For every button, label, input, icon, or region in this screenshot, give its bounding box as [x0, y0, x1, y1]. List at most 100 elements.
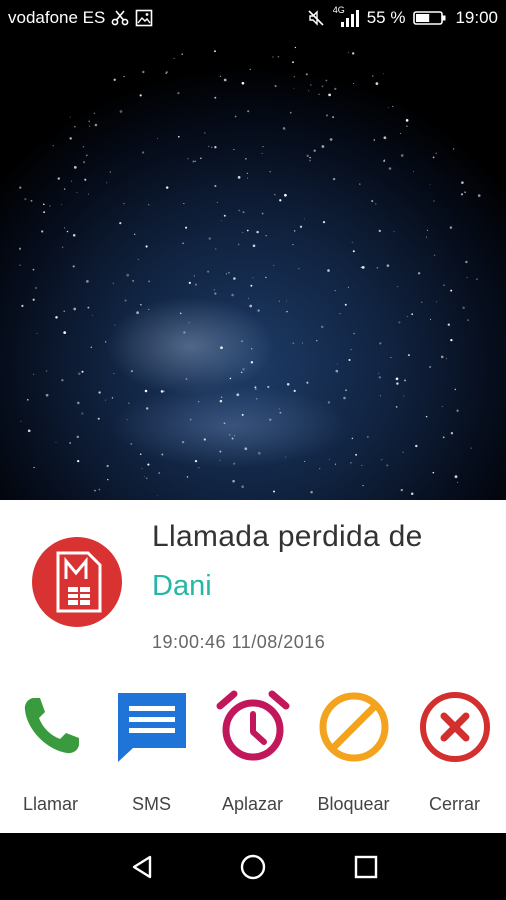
star	[406, 125, 408, 128]
block-button[interactable]: Bloquear	[303, 690, 404, 820]
star	[274, 84, 277, 88]
star	[69, 116, 71, 118]
star	[185, 226, 188, 229]
star	[375, 82, 379, 85]
star	[450, 338, 453, 342]
star	[57, 177, 60, 180]
battery-icon	[413, 9, 447, 27]
star	[411, 313, 414, 316]
alarm-icon	[216, 690, 290, 764]
star	[157, 137, 159, 139]
star	[310, 490, 313, 494]
star	[165, 186, 169, 189]
star	[242, 232, 244, 234]
star	[460, 193, 464, 196]
star	[136, 311, 139, 315]
star	[177, 135, 180, 138]
block-icon	[317, 690, 391, 764]
star	[20, 420, 22, 422]
star	[284, 128, 286, 130]
star	[237, 243, 240, 246]
star	[229, 377, 232, 380]
star	[233, 277, 236, 280]
star	[432, 471, 435, 474]
star	[77, 401, 80, 405]
star	[386, 464, 389, 467]
star	[450, 432, 454, 435]
star	[443, 284, 445, 286]
star	[141, 151, 145, 154]
sms-button[interactable]: SMS	[101, 690, 202, 820]
star	[223, 214, 226, 217]
star	[231, 293, 234, 297]
star	[305, 73, 308, 76]
star	[373, 139, 376, 141]
star	[232, 479, 235, 483]
star	[145, 245, 148, 248]
star	[244, 447, 248, 451]
star	[376, 267, 378, 269]
star	[294, 46, 297, 49]
star	[245, 158, 247, 160]
close-button[interactable]: Cerrar	[404, 690, 505, 820]
scissors-icon	[111, 9, 129, 27]
star	[350, 348, 352, 350]
star	[41, 230, 44, 233]
star	[128, 402, 130, 404]
star	[250, 284, 253, 287]
star	[361, 266, 365, 269]
star	[292, 244, 294, 245]
star	[194, 459, 198, 463]
star	[360, 266, 362, 269]
star	[207, 270, 210, 273]
contact-name[interactable]: Dani	[152, 570, 212, 603]
star	[325, 114, 329, 117]
star	[412, 171, 414, 173]
star	[186, 476, 189, 478]
star	[402, 451, 404, 453]
block-button-label: Bloquear	[317, 794, 390, 814]
star	[309, 159, 311, 162]
star	[198, 467, 200, 469]
star	[452, 148, 455, 150]
star	[192, 160, 195, 163]
home-icon[interactable]	[223, 833, 283, 900]
star	[214, 146, 217, 149]
star	[66, 230, 69, 233]
star	[214, 96, 217, 99]
star	[279, 411, 282, 414]
star	[126, 273, 130, 277]
star	[247, 297, 250, 299]
star	[183, 331, 186, 334]
star	[445, 358, 447, 360]
snooze-button[interactable]: Aplazar	[202, 690, 303, 820]
star	[98, 391, 101, 394]
star	[277, 56, 280, 58]
star	[273, 264, 275, 267]
star	[375, 203, 377, 205]
star	[141, 468, 143, 470]
sms-button-label: SMS	[131, 794, 171, 814]
back-icon[interactable]	[113, 833, 173, 900]
carrier-name: vodafone ES	[8, 8, 106, 27]
star	[137, 258, 139, 260]
star	[130, 370, 133, 373]
recents-icon[interactable]	[336, 833, 396, 900]
star	[119, 222, 122, 225]
star	[228, 272, 230, 274]
star	[69, 442, 71, 444]
star	[241, 485, 245, 489]
star	[396, 382, 399, 385]
call-button[interactable]: Llamar	[0, 690, 101, 820]
star	[21, 304, 24, 308]
star	[390, 357, 392, 359]
star	[393, 230, 395, 232]
star	[214, 184, 217, 188]
star	[223, 78, 227, 82]
star	[247, 177, 249, 179]
star	[123, 203, 125, 205]
star	[228, 433, 231, 436]
star	[395, 377, 399, 381]
star	[246, 172, 248, 174]
star	[112, 282, 115, 285]
